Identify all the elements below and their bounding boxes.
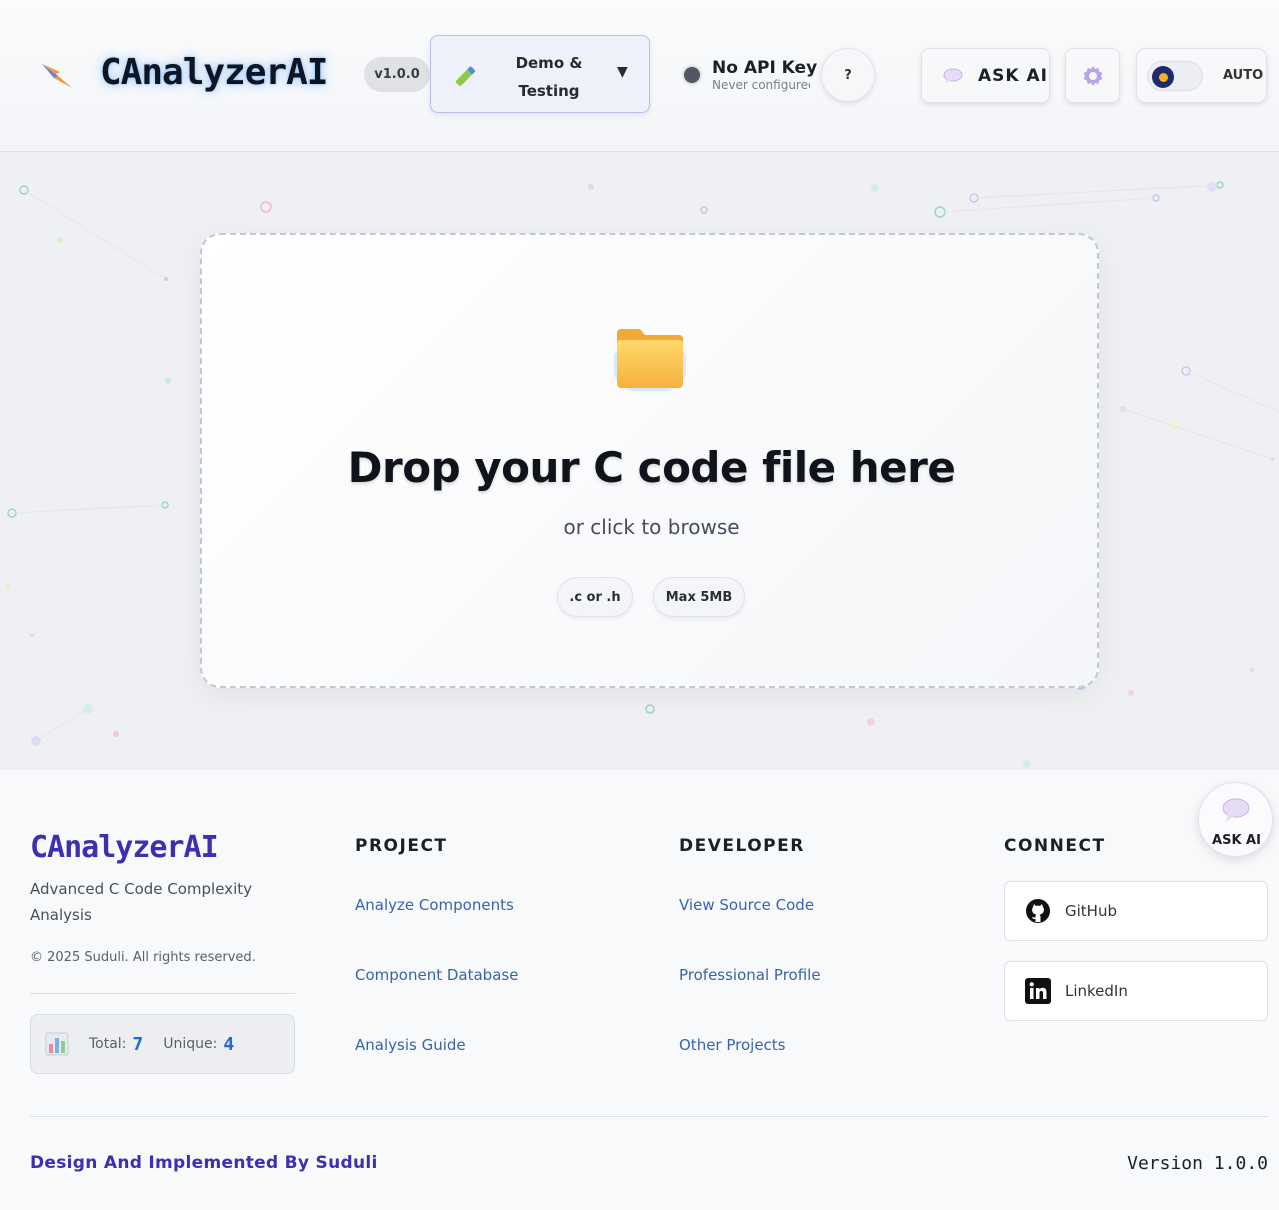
project-heading: PROJECT	[355, 836, 448, 856]
github-link[interactable]: GitHub	[1004, 881, 1268, 941]
linkedin-link[interactable]: LinkedIn	[1004, 961, 1268, 1021]
floating-ask-ai-button[interactable]: ASK AI	[1198, 782, 1273, 857]
link-view-source[interactable]: View Source Code	[679, 896, 814, 914]
max-size-chip: Max 5MB	[653, 577, 745, 617]
gear-icon	[1083, 65, 1102, 86]
bar-chart-icon	[45, 1032, 69, 1056]
theme-label: AUTO	[1223, 68, 1264, 83]
mode-select[interactable]: Demo & Testing ▼	[430, 35, 650, 113]
theme-toggle-box: AUTO	[1136, 48, 1267, 103]
unique-value: 4	[223, 1033, 235, 1055]
footer-bottom-divider	[30, 1116, 1268, 1117]
page-footer: CAnalyzerAI Advanced C Code Complexity A…	[0, 770, 1279, 1210]
link-other-projects[interactable]: Other Projects	[679, 1036, 786, 1054]
theme-toggle[interactable]	[1147, 61, 1203, 91]
pencil-icon	[455, 66, 476, 86]
footer-divider	[30, 993, 295, 994]
footer-copyright: © 2025 Suduli. All rights reserved.	[30, 950, 256, 965]
github-label: GitHub	[1065, 902, 1117, 920]
top-header: CAnalyzerAI v1.0.0 Demo & Testing ▼ No A…	[0, 0, 1279, 152]
settings-button[interactable]	[1065, 48, 1120, 103]
help-button[interactable]: ?	[821, 48, 875, 102]
total-label: Total:	[89, 1036, 127, 1052]
total-value: 7	[132, 1033, 144, 1055]
link-analyze-components[interactable]: Analyze Components	[355, 896, 514, 914]
footer-version: Version 1.0.0	[1127, 1153, 1268, 1174]
footer-brand: CAnalyzerAI	[30, 830, 219, 865]
version-badge: v1.0.0	[364, 57, 430, 92]
usage-stats: Total: 7 Unique: 4	[30, 1014, 295, 1074]
drop-title: Drop your C code file here	[347, 443, 956, 492]
github-icon	[1026, 899, 1050, 923]
file-drop-zone[interactable]: Drop your C code file here or click to b…	[200, 233, 1099, 688]
linkedin-label: LinkedIn	[1065, 982, 1128, 1000]
link-professional-profile[interactable]: Professional Profile	[679, 966, 821, 984]
api-status-dot	[684, 67, 700, 83]
drop-subtitle: or click to browse	[563, 515, 740, 539]
speech-bubble-icon	[1222, 798, 1250, 822]
api-status-subtitle: Never configured	[712, 78, 810, 92]
api-status-title: No API Key	[712, 58, 818, 78]
speech-bubble-icon	[943, 68, 963, 84]
developer-heading: DEVELOPER	[679, 836, 805, 856]
folder-icon	[614, 329, 686, 391]
moon-sun-icon	[1152, 66, 1174, 88]
bolt-logo-icon	[42, 64, 72, 88]
mode-select-label: Demo & Testing	[515, 54, 583, 100]
app-brand[interactable]: CAnalyzerAI	[100, 52, 328, 93]
footer-description: Advanced C Code Complexity Analysis	[30, 880, 252, 924]
linkedin-icon	[1025, 978, 1051, 1004]
footer-credit: Design And Implemented By Suduli	[30, 1153, 378, 1173]
link-component-database[interactable]: Component Database	[355, 966, 518, 984]
floating-ask-ai-label: ASK AI	[1212, 833, 1261, 848]
chevron-down-icon: ▼	[617, 64, 628, 80]
main-area: Drop your C code file here or click to b…	[0, 152, 1279, 770]
unique-label: Unique:	[163, 1036, 218, 1052]
link-analysis-guide[interactable]: Analysis Guide	[355, 1036, 466, 1054]
connect-heading: CONNECT	[1004, 836, 1106, 856]
ask-ai-label: ASK AI	[978, 65, 1048, 86]
ask-ai-button[interactable]: ASK AI	[921, 48, 1050, 103]
file-type-chip: .c or .h	[557, 577, 633, 617]
